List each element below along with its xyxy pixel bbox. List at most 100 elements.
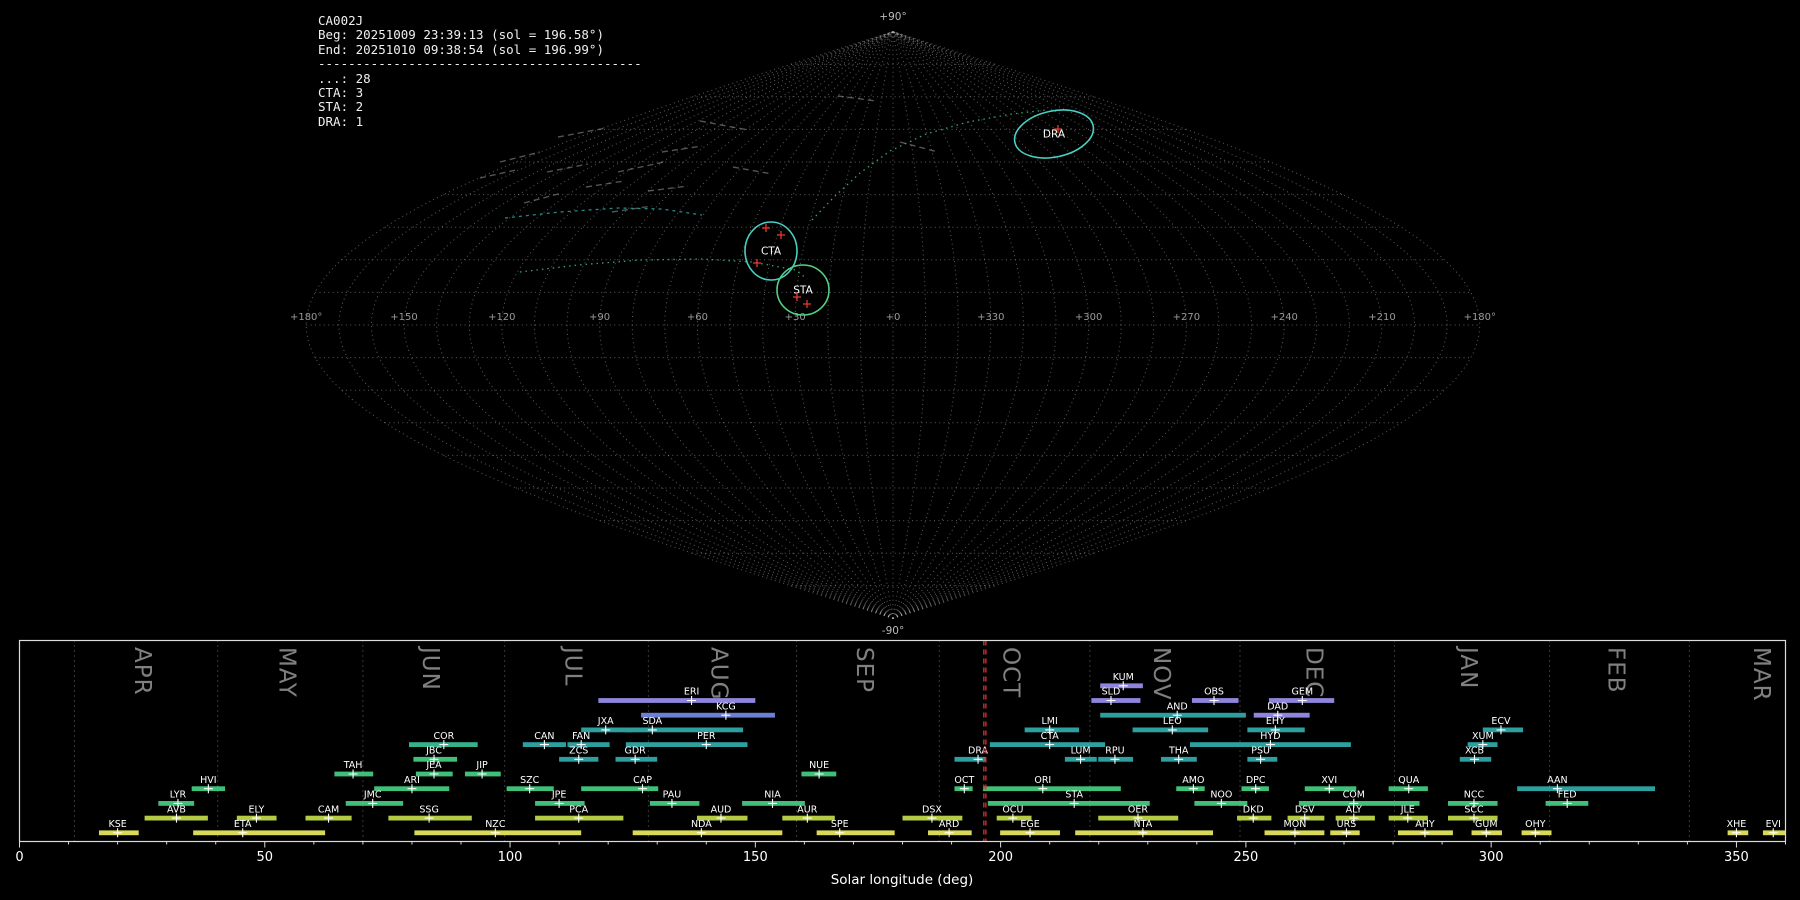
shower-label-MON: MON — [1284, 819, 1307, 830]
shower-label-KCG: KCG — [716, 701, 736, 712]
shower-label-DSV: DSV — [1295, 804, 1315, 815]
shower-label-URS: URS — [1337, 819, 1357, 830]
month-label-AUG: AUG — [705, 647, 731, 700]
shower-label-JPE: JPE — [551, 790, 567, 801]
shower-label-AAN: AAN — [1547, 775, 1567, 786]
shower-label-ECV: ECV — [1491, 716, 1511, 727]
shower-label-SLD: SLD — [1102, 687, 1121, 698]
shower-label-NZC: NZC — [485, 819, 506, 830]
map-longitude-label: +270 — [1173, 312, 1200, 323]
map-meridian — [892, 31, 1057, 619]
shower-label-XHE: XHE — [1727, 819, 1747, 830]
radiant-label-DRA: DRA — [1043, 129, 1066, 141]
info-line: DRA: 1 — [318, 113, 364, 129]
shower-label-JBC: JBC — [425, 746, 442, 757]
shower-label-GEM: GEM — [1292, 687, 1314, 698]
map-longitude-label: +150 — [390, 312, 417, 323]
shower-label-XUM: XUM — [1472, 731, 1494, 742]
shower-label-RPU: RPU — [1105, 746, 1124, 757]
shower-label-ALY: ALY — [1346, 804, 1363, 815]
shower-label-DKD: DKD — [1243, 804, 1264, 815]
shower-label-FAN: FAN — [572, 731, 590, 742]
shower-label-CAP: CAP — [633, 775, 652, 786]
x-axis-tick-label: 200 — [988, 850, 1013, 865]
shower-label-OCU: OCU — [1002, 804, 1023, 815]
shower-label-AMO: AMO — [1182, 775, 1204, 786]
shower-label-SZC: SZC — [520, 775, 540, 786]
month-label-NOV: NOV — [1148, 647, 1174, 701]
map-longitude-label: +180° — [290, 312, 322, 323]
radiant-label-STA: STA — [793, 285, 813, 297]
shower-label-NOO: NOO — [1210, 790, 1232, 801]
shower-label-AVB: AVB — [167, 804, 186, 815]
shower-label-DAD: DAD — [1267, 701, 1288, 712]
shower-label-JXA: JXA — [597, 716, 614, 727]
shower-label-STA: STA — [1065, 790, 1083, 801]
shower-label-ELY: ELY — [249, 804, 265, 815]
info-line: End: 20251010 09:38:54 (sol = 196.99°) — [318, 41, 604, 57]
meteor-marker — [777, 231, 785, 239]
shower-label-PER: PER — [697, 731, 716, 742]
activity-timeline-chart: APR MAY JUN JUL AUG SEP OCT NOV DEC JAN FEB MARKUME… — [15, 639, 1787, 865]
shower-label-AND: AND — [1167, 701, 1188, 712]
shower-label-AHY: AHY — [1415, 819, 1435, 830]
shower-label-NIA: NIA — [764, 790, 781, 801]
map-longitude-label: +0 — [886, 312, 901, 323]
shower-label-ARD: ARD — [939, 819, 959, 830]
map-meridian — [664, 31, 894, 619]
shower-label-AUD: AUD — [711, 804, 732, 815]
shower-label-LEO: LEO — [1163, 716, 1182, 727]
map-longitude-label: +300 — [1075, 312, 1102, 323]
month-label-APR: APR — [129, 647, 155, 696]
shower-label-OBS: OBS — [1204, 687, 1224, 698]
month-label-JAN: JAN — [1455, 645, 1481, 689]
radiant-label-CTA: CTA — [761, 246, 782, 258]
shower-label-COR: COR — [433, 731, 454, 742]
map-meridian — [892, 31, 1448, 619]
month-label-JUN: JUN — [417, 645, 443, 691]
shower-label-HYD: HYD — [1260, 731, 1280, 742]
shower-label-ERI: ERI — [684, 687, 699, 698]
meteor-trail — [523, 192, 563, 204]
info-line: ...: 28 — [318, 70, 371, 86]
meteor-trail — [617, 161, 665, 173]
shower-label-LUM: LUM — [1071, 746, 1091, 757]
shower-label-FED: FED — [1558, 790, 1577, 801]
map-longitude-label: +240 — [1270, 312, 1297, 323]
info-line: CTA: 3 — [318, 85, 364, 101]
shower-label-NDA: NDA — [691, 819, 712, 830]
month-label-MAR: MAR — [1748, 647, 1774, 702]
shower-label-TAH: TAH — [343, 760, 363, 771]
shower-label-EHY: EHY — [1266, 716, 1285, 727]
map-longitude-label: +210 — [1368, 312, 1395, 323]
info-line: ----------------------------------------… — [318, 56, 642, 72]
shower-label-NTA: NTA — [1134, 819, 1153, 830]
shower-label-SCC: SCC — [1464, 804, 1484, 815]
month-label-JUL: JUL — [560, 645, 586, 686]
shower-label-CAM: CAM — [318, 804, 339, 815]
month-label-OCT: OCT — [998, 647, 1024, 698]
radiant-map-and-activity-figure: +180° +150 +120 +90 +60 +30 +0 +330 +300 +270 +240… — [15, 11, 1787, 888]
x-axis-tick-label: 300 — [1479, 850, 1504, 865]
x-axis-tick-label: 0 — [15, 850, 23, 865]
shower-label-HVI: HVI — [200, 775, 216, 786]
shower-label-OER: OER — [1128, 804, 1148, 815]
shower-label-NUE: NUE — [809, 760, 829, 771]
figure-stage: +180° +150 +120 +90 +60 +30 +0 +330 +300 +270 +240… — [0, 0, 1800, 900]
x-axis-tick-label: 350 — [1724, 850, 1749, 865]
info-line: Beg: 20251009 23:39:13 (sol = 196.58°) — [318, 27, 604, 43]
shower-label-JIP: JIP — [475, 760, 488, 771]
x-axis-tick-label: 150 — [743, 850, 768, 865]
info-line: CA002J — [318, 13, 364, 28]
shower-label-ETA: ETA — [234, 819, 252, 830]
info-line: STA: 2 — [318, 99, 364, 115]
month-label-MAY: MAY — [273, 647, 299, 698]
shower-label-EVI: EVI — [1766, 819, 1781, 830]
shower-label-EGE: EGE — [1020, 819, 1039, 830]
shower-label-SSG: SSG — [419, 804, 438, 815]
shower-label-AUR: AUR — [797, 804, 817, 815]
shower-label-PSU: PSU — [1251, 746, 1270, 757]
map-longitude-label: +90 — [589, 312, 610, 323]
shower-label-KSE: KSE — [108, 819, 126, 830]
shower-label-GUM: GUM — [1475, 819, 1498, 830]
